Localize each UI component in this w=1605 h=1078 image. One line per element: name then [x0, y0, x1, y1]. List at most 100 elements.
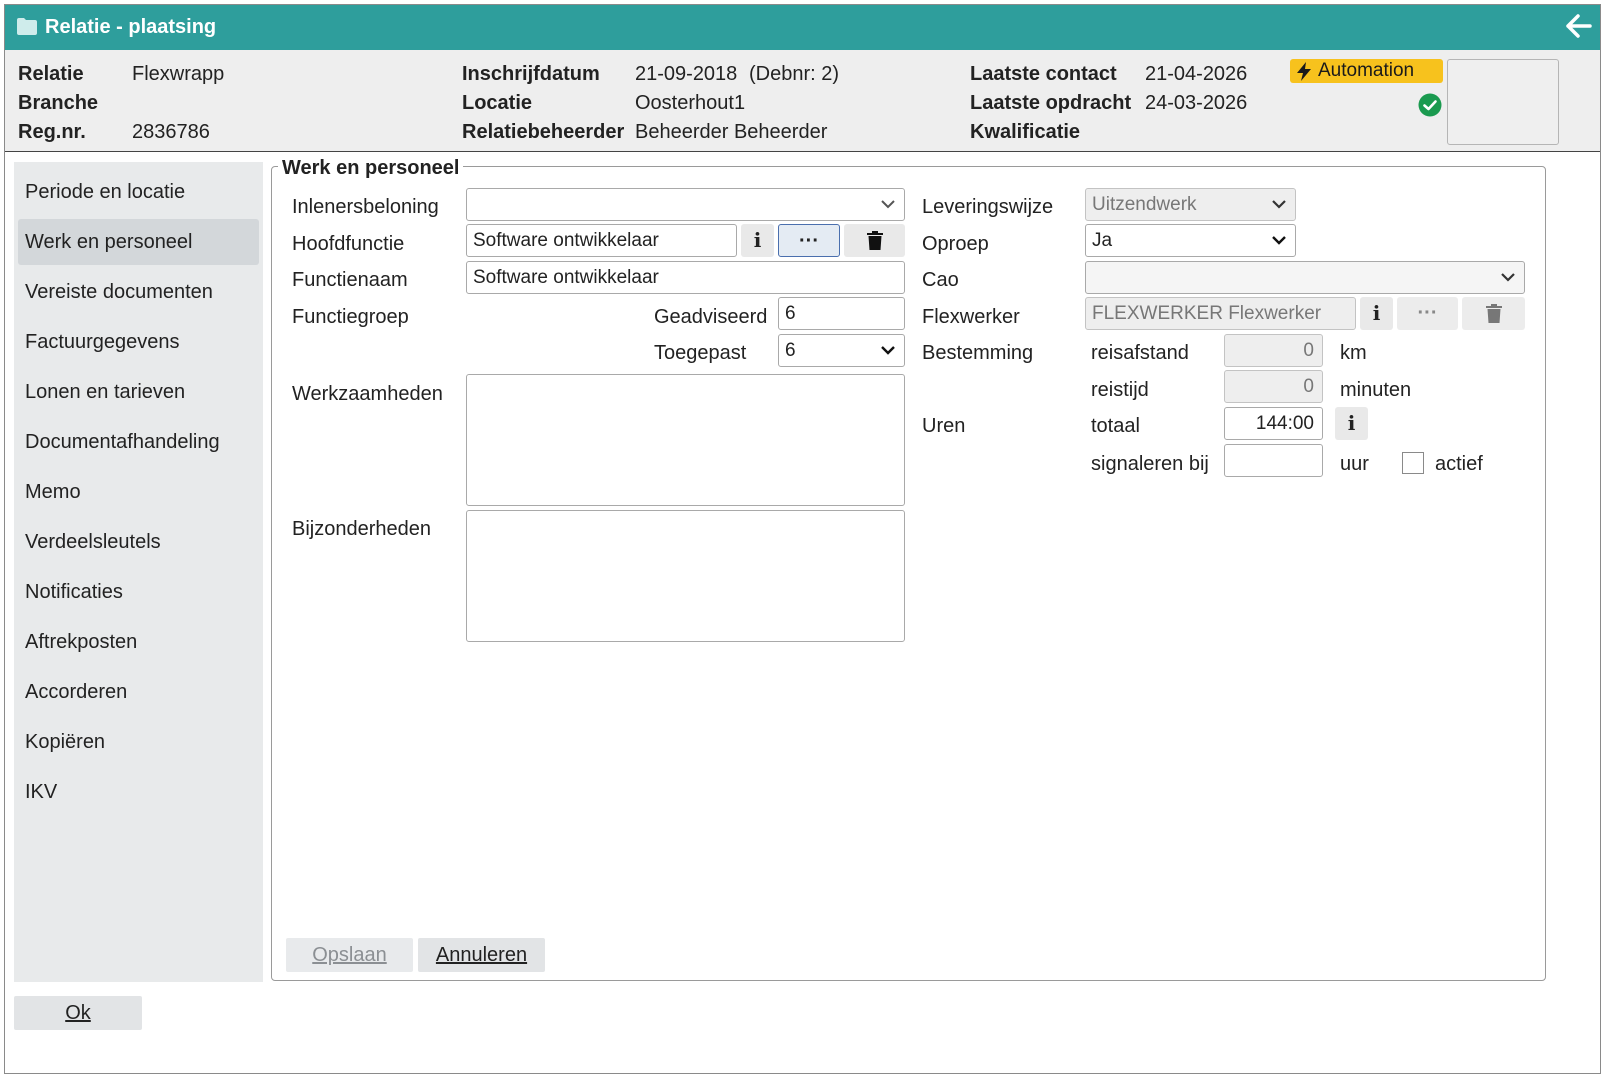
functienaam-label: Functienaam — [292, 269, 408, 291]
werkzaamheden-label: Werkzaamheden — [292, 383, 443, 405]
uur-label: uur — [1340, 453, 1369, 475]
branche-label: Branche — [18, 92, 99, 114]
inlenersbeloning-label: Inlenersbeloning — [292, 196, 439, 218]
sidebar-item-factuurgegevens[interactable]: Factuurgegevens — [18, 319, 259, 365]
reisafstand-field[interactable]: 0 — [1224, 334, 1323, 367]
window-title: Relatie - plaatsing — [45, 16, 217, 38]
flexwerker-more-button[interactable]: ··· — [1397, 297, 1458, 330]
ok-button[interactable]: Ok — [14, 996, 142, 1030]
opslaan-label: Opslaan — [312, 944, 387, 966]
sidebar-item-kopieren[interactable]: Kopiëren — [18, 719, 259, 765]
sidebar-nav: Periode en locatie Werk en personeel Ver… — [14, 162, 263, 982]
panel-legend: Werk en personeel — [278, 157, 464, 180]
actief-checkbox[interactable] — [1402, 452, 1424, 474]
bijzonderheden-label: Bijzonderheden — [292, 518, 431, 540]
km-label: km — [1340, 342, 1367, 364]
signaleren-field[interactable] — [1224, 444, 1323, 477]
relation-header: Relatie Flexwrapp Branche Reg.nr. 283678… — [5, 50, 1600, 152]
relatiebeheerder-value: Beheerder Beheerder — [635, 121, 828, 143]
chevron-down-icon — [1272, 236, 1286, 245]
hoofdfunctie-more-button[interactable]: ··· — [778, 224, 840, 257]
hoofdfunctie-delete-button[interactable] — [844, 224, 905, 257]
geadviseerd-label: Geadviseerd — [654, 306, 768, 328]
sidebar-item-lonen-en-tarieven[interactable]: Lonen en tarieven — [18, 369, 259, 415]
flexwerker-info-button[interactable]: i — [1360, 297, 1393, 330]
inlenersbeloning-select[interactable] — [466, 188, 905, 221]
reistijd-label: reistijd — [1091, 379, 1149, 401]
sidebar-item-memo[interactable]: Memo — [18, 469, 259, 515]
lightning-icon — [1297, 62, 1311, 81]
sidebar-item-periode-en-locatie[interactable]: Periode en locatie — [18, 169, 259, 215]
kwalificatie-label: Kwalificatie — [970, 121, 1081, 143]
uren-info-button[interactable]: i — [1335, 407, 1368, 440]
toegepast-select[interactable]: 6 — [778, 334, 905, 367]
relatie-value: Flexwrapp — [132, 63, 225, 85]
trash-icon — [1485, 304, 1502, 323]
cao-label: Cao — [922, 269, 959, 291]
chevron-down-icon — [881, 346, 895, 355]
bijzonderheden-textarea[interactable] — [466, 510, 905, 642]
cao-select[interactable] — [1085, 261, 1525, 294]
regnr-label: Reg.nr. — [18, 121, 86, 143]
sidebar-item-werk-en-personeel[interactable]: Werk en personeel — [18, 219, 259, 265]
toegepast-label: Toegepast — [654, 342, 747, 364]
hoofdfunctie-label: Hoofdfunctie — [292, 233, 405, 255]
sidebar-item-verdeelsleutels[interactable]: Verdeelsleutels — [18, 519, 259, 565]
oproep-label: Oproep — [922, 233, 989, 255]
regnr-value: 2836786 — [132, 121, 210, 143]
locatie-value: Oosterhout1 — [635, 92, 746, 114]
hoofdfunctie-info-button[interactable]: i — [741, 224, 774, 257]
automation-badge[interactable]: Automation — [1290, 59, 1443, 83]
folder-icon — [17, 18, 37, 41]
relatiebeheerder-label: Relatiebeheerder — [462, 121, 625, 143]
laatste-contact-label: Laatste contact — [970, 63, 1117, 85]
flexwerker-delete-button[interactable] — [1462, 297, 1525, 330]
chevron-down-icon — [1501, 273, 1515, 282]
photo-placeholder[interactable] — [1447, 59, 1559, 145]
annuleren-button[interactable]: Annuleren — [418, 938, 545, 972]
leveringswijze-select[interactable]: Uitzendwerk — [1085, 188, 1296, 221]
minuten-label: minuten — [1340, 379, 1412, 401]
sidebar-item-ikv[interactable]: IKV — [18, 769, 259, 815]
totaal-field[interactable]: 144:00 — [1224, 407, 1323, 440]
debnr-value: (Debnr: 2) — [749, 63, 840, 85]
totaal-label: totaal — [1091, 415, 1140, 437]
relatie-label: Relatie — [18, 63, 84, 85]
automation-label: Automation — [1318, 60, 1415, 81]
opslaan-button[interactable]: Opslaan — [286, 938, 413, 972]
reistijd-field[interactable]: 0 — [1224, 370, 1323, 403]
geadviseerd-field[interactable]: 6 — [778, 297, 905, 330]
title-bar: Relatie - plaatsing — [5, 5, 1600, 50]
flexwerker-field[interactable]: FLEXWERKER Flexwerker — [1085, 297, 1356, 330]
werkzaamheden-textarea[interactable] — [466, 374, 905, 506]
laatste-contact-value: 21-04-2026 — [1145, 63, 1248, 85]
sidebar-item-documentafhandeling[interactable]: Documentafhandeling — [18, 419, 259, 465]
status-check-icon — [1418, 93, 1442, 123]
sidebar-item-aftrekposten[interactable]: Aftrekposten — [18, 619, 259, 665]
inschrijfdatum-value: 21-09-2018 — [635, 63, 738, 85]
functienaam-field[interactable]: Software ontwikkelaar — [466, 261, 905, 294]
reisafstand-label: reisafstand — [1091, 342, 1189, 364]
flexwerker-label: Flexwerker — [922, 306, 1020, 328]
inschrijfdatum-label: Inschrijfdatum — [462, 63, 600, 85]
locatie-label: Locatie — [462, 92, 533, 114]
sidebar-item-vereiste-documenten[interactable]: Vereiste documenten — [18, 269, 259, 315]
back-arrow-icon[interactable] — [1566, 14, 1592, 44]
ok-label: Ok — [65, 1002, 91, 1024]
chevron-down-icon — [881, 200, 895, 209]
oproep-select[interactable]: Ja — [1085, 224, 1296, 257]
signaleren-label: signaleren bij — [1091, 453, 1209, 475]
actief-label: actief — [1435, 453, 1483, 475]
trash-icon — [866, 231, 883, 250]
leveringswijze-label: Leveringswijze — [922, 196, 1054, 218]
chevron-down-icon — [1272, 200, 1286, 209]
sidebar-item-notificaties[interactable]: Notificaties — [18, 569, 259, 615]
bestemming-label: Bestemming — [922, 342, 1034, 364]
laatste-opdracht-label: Laatste opdracht — [970, 92, 1132, 114]
sidebar-item-accorderen[interactable]: Accorderen — [18, 669, 259, 715]
uren-label: Uren — [922, 415, 966, 437]
laatste-opdracht-value: 24-03-2026 — [1145, 92, 1248, 114]
annuleren-label: Annuleren — [435, 944, 528, 966]
hoofdfunctie-field[interactable]: Software ontwikkelaar — [466, 224, 737, 257]
functiegroep-label: Functiegroep — [292, 306, 409, 328]
